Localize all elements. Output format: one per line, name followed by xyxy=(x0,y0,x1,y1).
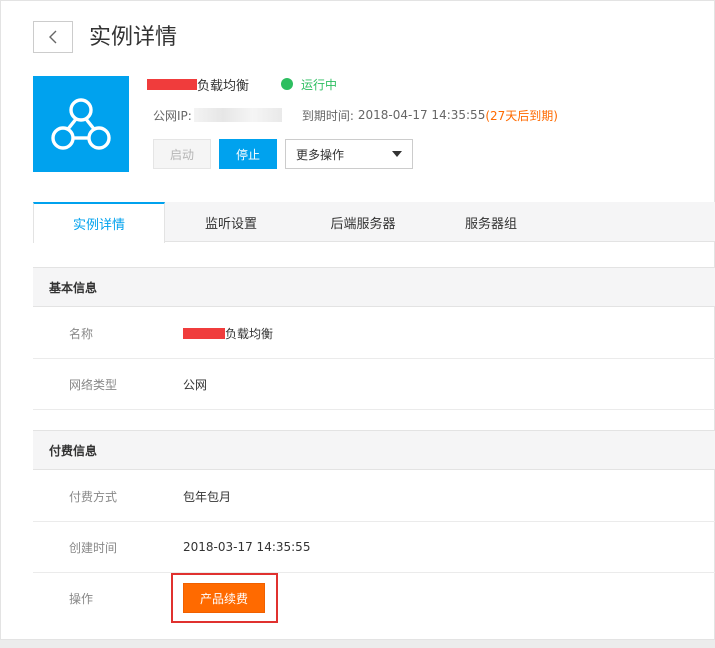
public-ip-label: 公网IP: xyxy=(153,108,192,123)
public-ip-value-blurred xyxy=(193,108,282,122)
tab-backend-servers[interactable]: 后端服务器 xyxy=(297,202,429,242)
more-actions-label: 更多操作 xyxy=(296,147,345,162)
expire-label: 到期时间: xyxy=(301,108,354,123)
start-button[interactable]: 启动 xyxy=(153,139,211,169)
redacted-name xyxy=(183,327,225,339)
network-type-label: 网络类型 xyxy=(69,377,118,392)
instance-detail-panel: 实例详情 负载均衡 运行中 公网IP: 到期时间: 2018-04-17 14:… xyxy=(0,0,715,640)
instance-logo xyxy=(33,76,129,172)
created-time-label: 创建时间 xyxy=(69,540,118,555)
back-button[interactable] xyxy=(33,21,73,53)
network-node-icon xyxy=(51,98,111,150)
tab-listener-settings[interactable]: 监听设置 xyxy=(165,202,297,242)
page-title: 实例详情 xyxy=(89,25,178,50)
section-billing-info: 付费信息 xyxy=(33,430,715,470)
instance-name-row: 负载均衡 运行中 xyxy=(147,75,338,94)
instance-meta: 公网IP: 到期时间: 2018-04-17 14:35:55 (27天后到期) xyxy=(153,107,558,123)
status-dot-icon xyxy=(281,78,294,90)
chevron-left-icon xyxy=(49,30,57,44)
row-operation: 操作 xyxy=(33,573,715,624)
redacted-name xyxy=(147,78,197,90)
detail-tabs: 实例详情 监听设置 后端服务器 服务器组 xyxy=(33,202,715,243)
row-created-time: 创建时间 2018-03-17 14:35:55 xyxy=(33,522,715,573)
name-label: 名称 xyxy=(69,326,94,341)
row-network-type: 网络类型 公网 xyxy=(33,359,715,410)
created-time-value: 2018-03-17 14:35:55 xyxy=(183,540,311,554)
tab-server-group[interactable]: 服务器组 xyxy=(429,202,553,242)
billing-method-label: 付费方式 xyxy=(69,489,118,504)
row-billing-method: 付费方式 包年包月 xyxy=(33,471,715,522)
status-text: 运行中 xyxy=(301,77,338,92)
expire-time: 2018-04-17 14:35:55 xyxy=(357,108,486,122)
name-value: 负载均衡 xyxy=(225,326,274,341)
operation-label: 操作 xyxy=(69,592,94,606)
row-name: 名称 负载均衡 xyxy=(33,308,715,359)
name-value-wrap: 负载均衡 xyxy=(183,325,273,342)
network-type-value: 公网 xyxy=(183,377,208,392)
tab-instance-detail[interactable]: 实例详情 xyxy=(33,202,165,243)
instance-name: 负载均衡 xyxy=(197,78,250,94)
expire-note: (27天后到期) xyxy=(485,108,558,123)
section-basic-info: 基本信息 xyxy=(33,267,715,307)
more-actions-dropdown[interactable]: 更多操作 xyxy=(285,139,413,169)
renew-button[interactable]: 产品续费 xyxy=(183,583,265,613)
stop-button[interactable]: 停止 xyxy=(219,139,277,169)
caret-down-icon xyxy=(392,151,402,157)
billing-method-value: 包年包月 xyxy=(183,489,232,504)
